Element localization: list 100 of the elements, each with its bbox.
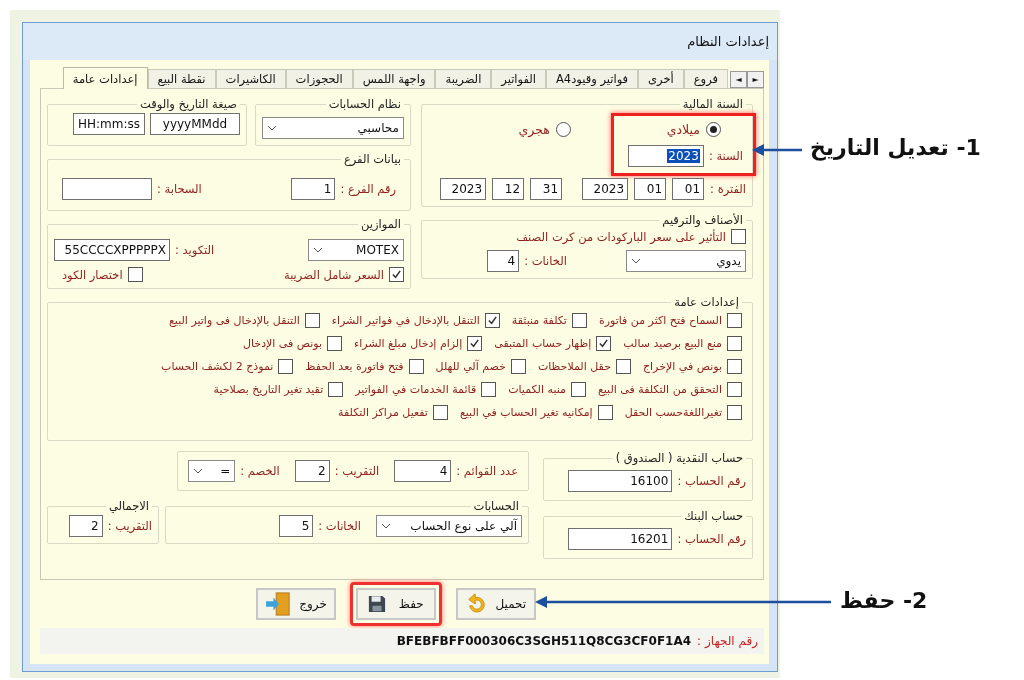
- checkbox[interactable]: [467, 336, 483, 351]
- tab[interactable]: الحجوزات: [285, 69, 353, 88]
- checkbox-label: منع البيع برصيد سالب: [623, 337, 722, 350]
- date-field[interactable]: 12: [492, 178, 525, 200]
- text-field[interactable]: 2: [68, 515, 103, 537]
- text-field[interactable]: 16100: [568, 470, 673, 492]
- group-title: السنة المالية: [681, 97, 744, 111]
- date-field[interactable]: 01: [634, 178, 667, 200]
- tab[interactable]: نقطة البيع: [147, 69, 216, 88]
- tab[interactable]: الكاشيرات: [215, 69, 286, 88]
- group-title: نظام الحسابات: [327, 97, 402, 111]
- checkbox-label: التحقق من التكلفة فى البيع: [597, 383, 722, 396]
- checkbox-label: التأثير على سعر الباركودات من كرت الصنف: [516, 229, 726, 244]
- field-label: رقم الحساب :: [677, 474, 746, 488]
- text-field[interactable]: 4: [394, 460, 452, 482]
- text-field[interactable]: 16201: [568, 528, 673, 550]
- checkbox[interactable]: [328, 382, 344, 397]
- tab-scroll-button[interactable]: ◄: [730, 71, 747, 88]
- field-label: السنة :: [708, 149, 743, 163]
- checkbox[interactable]: [727, 313, 742, 328]
- checkbox-label: تغيراللغةحسب الحقل: [624, 406, 722, 419]
- text-field[interactable]: 5: [279, 515, 314, 537]
- radio-button[interactable]: [706, 122, 721, 137]
- checkbox[interactable]: [327, 336, 343, 351]
- group-title: الاجمالي: [107, 499, 150, 513]
- checkbox[interactable]: [408, 359, 424, 374]
- device-id: BFEBFBFF000306C3SGH511Q8CG3CF0F1A4: [396, 634, 692, 648]
- action-button[interactable]: خروج: [256, 588, 336, 620]
- curved-arrow-icon: [465, 593, 488, 615]
- field-label: التقريب :: [107, 519, 152, 533]
- tab[interactable]: أخرى: [638, 69, 684, 88]
- checkbox-label: فتح فاتورة بعد الحفظ: [305, 360, 404, 373]
- checkbox[interactable]: [615, 359, 631, 374]
- date-field[interactable]: 2023: [440, 178, 487, 200]
- tab[interactable]: فروع: [683, 69, 728, 88]
- text-field[interactable]: 55CCCCXPPPPPX: [54, 239, 170, 261]
- checkbox[interactable]: [570, 382, 586, 397]
- checkbox[interactable]: [727, 359, 742, 374]
- arrow: [752, 143, 802, 157]
- date-field[interactable]: 01: [672, 178, 705, 200]
- checkbox[interactable]: [596, 336, 612, 351]
- tab[interactable]: فواتير وقيودA4: [546, 69, 639, 88]
- dropdown[interactable]: MOTEX: [308, 239, 404, 261]
- checkbox[interactable]: [571, 313, 587, 328]
- field-label: السحابة :: [157, 182, 202, 196]
- checkbox[interactable]: [484, 313, 500, 328]
- dropdown[interactable]: يدوي: [626, 250, 746, 272]
- action-button[interactable]: حفظ: [356, 588, 436, 620]
- checkbox[interactable]: [727, 382, 742, 397]
- checkbox[interactable]: [727, 336, 742, 351]
- dropdown[interactable]: محاسبي: [262, 117, 404, 139]
- field-label: عدد القوائم :: [456, 464, 518, 478]
- group-title: الأصناف والترقيم: [661, 213, 744, 227]
- text-field[interactable]: 4: [487, 250, 520, 272]
- date-field[interactable]: 2023: [582, 178, 629, 200]
- group-title: صيغة التاريخ والوقت: [138, 97, 238, 111]
- checkbox[interactable]: [727, 405, 742, 420]
- date-format-field[interactable]: yyyyMMdd: [150, 113, 240, 135]
- checkbox[interactable]: [597, 405, 613, 420]
- checkbox-label: اختصار الكود: [62, 267, 123, 282]
- text-field[interactable]: 1: [291, 178, 336, 200]
- year-field[interactable]: 2023: [627, 145, 704, 167]
- text-field[interactable]: [62, 178, 152, 200]
- checkbox-label: منبه الكميات: [508, 383, 566, 396]
- checkbox-label: تفعيل مراكز التكلفة: [338, 406, 428, 419]
- chevron-icon: [631, 258, 641, 264]
- annotation-text: 1- تعديل التاريخ: [810, 135, 981, 160]
- tab[interactable]: واجهة اللمس: [352, 69, 436, 88]
- tab[interactable]: إعدادات عامة: [62, 67, 148, 89]
- action-button[interactable]: تحميل: [456, 588, 536, 620]
- date-field[interactable]: 31: [530, 178, 563, 200]
- checkbox-label: تقيد تغير التاريخ بصلاحية: [213, 383, 324, 396]
- tab[interactable]: الضريبة: [435, 69, 492, 88]
- tab[interactable]: الفواتير: [491, 69, 546, 88]
- chevron-icon: [313, 247, 323, 253]
- radio-button[interactable]: [555, 122, 571, 137]
- checkbox[interactable]: [304, 313, 320, 328]
- checkbox-label: السماح فتح اكثر من فاتورة: [598, 314, 722, 327]
- checkbox[interactable]: [432, 405, 448, 420]
- dropdown[interactable]: آلي على نوع الحساب: [376, 515, 522, 537]
- checkbox-label: حقل الملاحظات: [537, 360, 611, 373]
- group-title: الحسابات: [472, 499, 520, 513]
- checkbox[interactable]: [389, 267, 404, 282]
- checkbox[interactable]: [510, 359, 526, 374]
- checkbox[interactable]: [127, 267, 143, 282]
- field-label: التكويد :: [175, 243, 215, 257]
- checkbox[interactable]: [731, 229, 746, 244]
- checkbox-label: إظهار حساب المتبقى: [494, 337, 592, 350]
- radio-label: ميلادي: [666, 122, 700, 137]
- checkbox-label: تكلفة منبثقة: [511, 314, 567, 327]
- text-field[interactable]: 2: [294, 460, 330, 482]
- tab-scroll-button[interactable]: ►: [747, 71, 764, 88]
- checkbox-label: التنقل بالإدخال فى واتير البيع: [169, 314, 300, 327]
- time-format-field[interactable]: HH:mm:ss: [73, 113, 145, 135]
- chevron-icon: [267, 125, 277, 131]
- checkbox-label: إمكانيه تغير الحساب في البيع: [459, 406, 593, 419]
- dropdown[interactable]: =: [188, 460, 236, 482]
- status-label: رقم الجهاز :: [697, 634, 758, 648]
- checkbox[interactable]: [278, 359, 294, 374]
- checkbox[interactable]: [481, 382, 497, 397]
